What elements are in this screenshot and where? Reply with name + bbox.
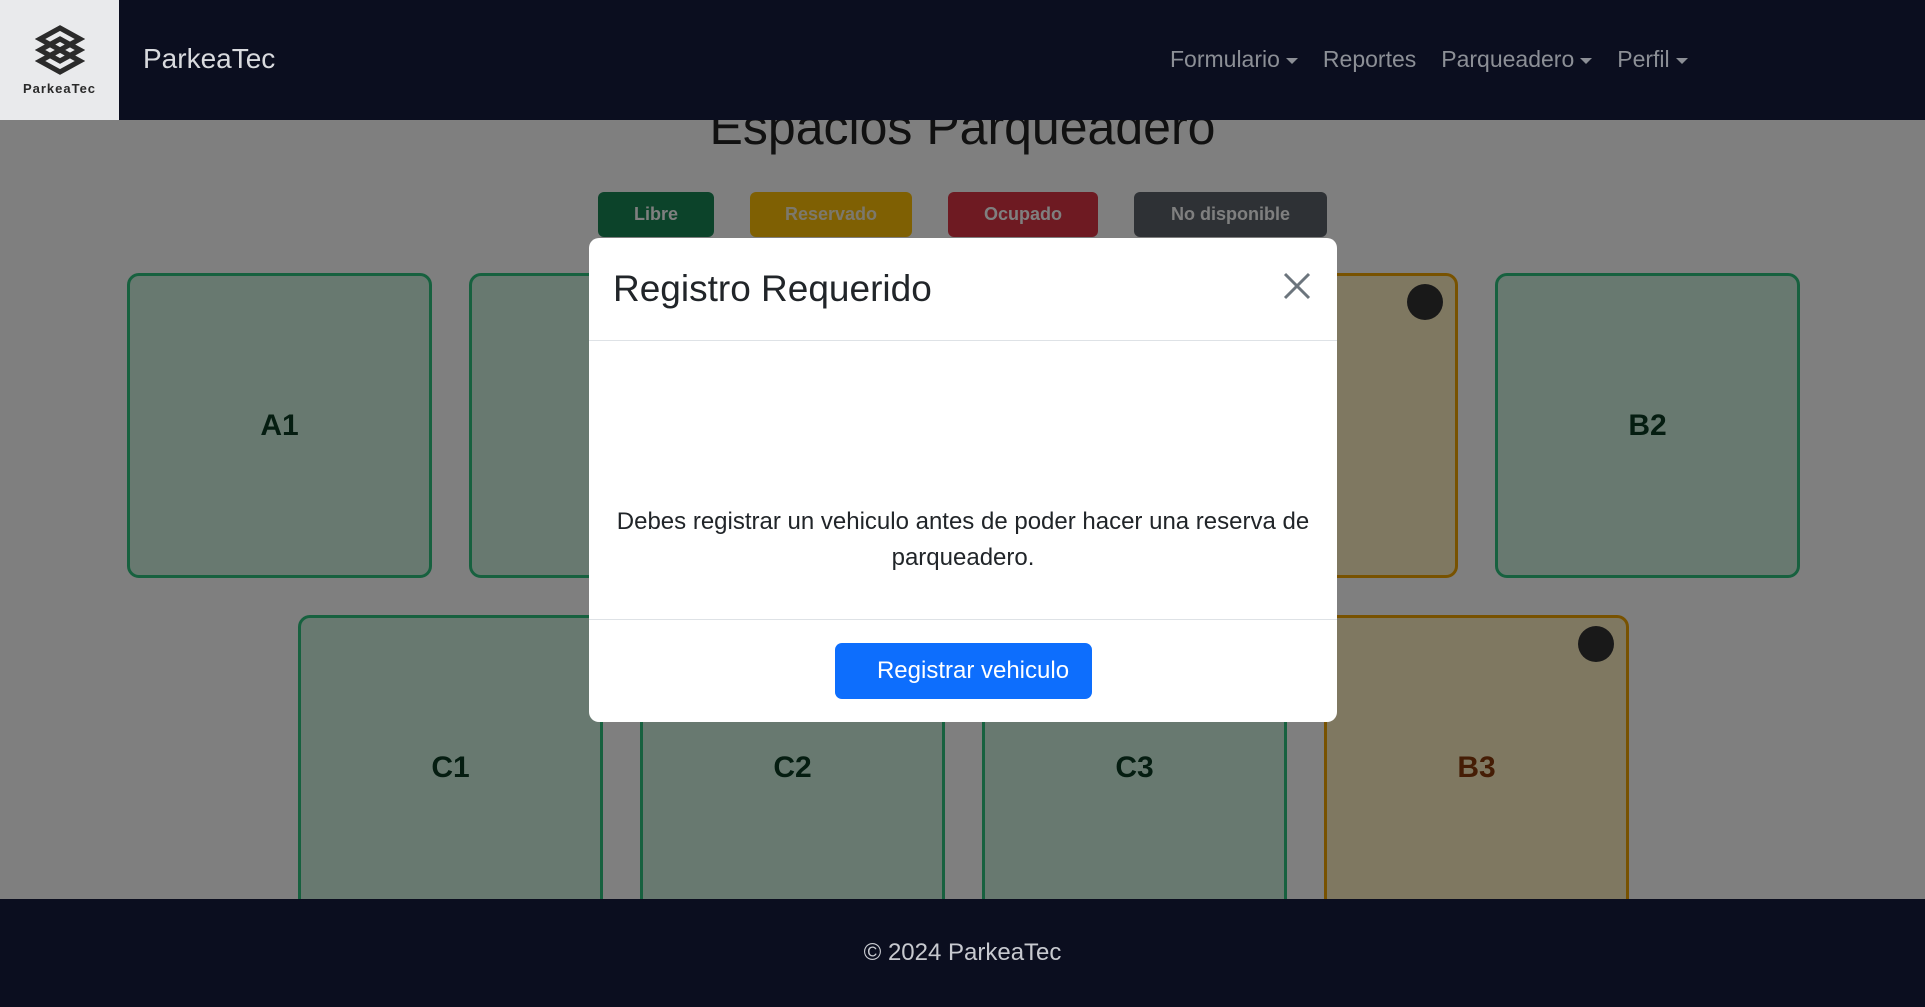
footer: © 2024 ParkeaTec (0, 899, 1925, 1007)
logo[interactable]: ParkeaTec (0, 0, 119, 120)
nav-links: Formulario Reportes Parqueadero Perfil (1170, 46, 1713, 73)
close-button[interactable] (1279, 268, 1315, 304)
modal-title: Registro Requerido (613, 268, 932, 309)
logo-text: ParkeaTec (22, 80, 97, 96)
brand-name[interactable]: ParkeaTec (143, 43, 275, 75)
modal-footer: Registrar vehiculo (589, 620, 1337, 722)
chevron-down-icon (1580, 57, 1593, 64)
register-vehicle-button[interactable]: Registrar vehiculo (834, 643, 1092, 699)
nav-formulario-label: Formulario (1170, 46, 1280, 72)
nav-reportes[interactable]: Reportes (1323, 46, 1416, 73)
close-icon (1283, 272, 1311, 300)
navbar: ParkeaTec ParkeaTec Formulario Reportes … (0, 0, 1925, 120)
parkeatec-logo-icon (34, 24, 85, 75)
chevron-down-icon (1285, 57, 1298, 64)
nav-parqueadero-label: Parqueadero (1441, 46, 1575, 72)
modal-header: Registro Requerido (589, 238, 1337, 341)
nav-reportes-label: Reportes (1322, 46, 1417, 72)
chevron-down-icon (1675, 57, 1688, 64)
footer-copyright: © 2024 ParkeaTec (863, 939, 1062, 966)
nav-formulario[interactable]: Formulario (1170, 46, 1298, 73)
modal-message: Debes registrar un vehiculo antes de pod… (616, 508, 1310, 571)
nav-perfil-label: Perfil (1617, 46, 1670, 72)
nav-parqueadero[interactable]: Parqueadero (1441, 46, 1593, 73)
modal-body: Debes registrar un vehiculo antes de pod… (589, 341, 1337, 620)
registration-required-modal: Registro Requerido Debes registrar un ve… (589, 238, 1337, 722)
nav-perfil[interactable]: Perfil (1617, 46, 1688, 73)
